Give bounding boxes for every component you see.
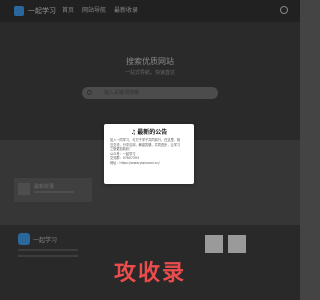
- announcement-modal: ♫最新的公告 加入一同学习，与万千学子共同前行，在这里，相 互交流，分享见闻，解…: [104, 124, 194, 184]
- modal-body: 加入一同学习，与万千学子共同前行，在这里，相 互交流，分享见闻，解惑答疑，共同进…: [110, 138, 190, 166]
- watermark-text: 攻收录: [113, 261, 186, 286]
- modal-header: ♫最新的公告: [104, 129, 194, 136]
- modal-line: 加入一同学习，与万千学子共同前行，在这里，相: [110, 138, 181, 142]
- modal-line-website[interactable]: 网址：https://www.yiqixuexi.cn/: [110, 161, 190, 166]
- modal-title: 最新的公告: [137, 129, 168, 136]
- bell-icon: ♫: [130, 129, 137, 136]
